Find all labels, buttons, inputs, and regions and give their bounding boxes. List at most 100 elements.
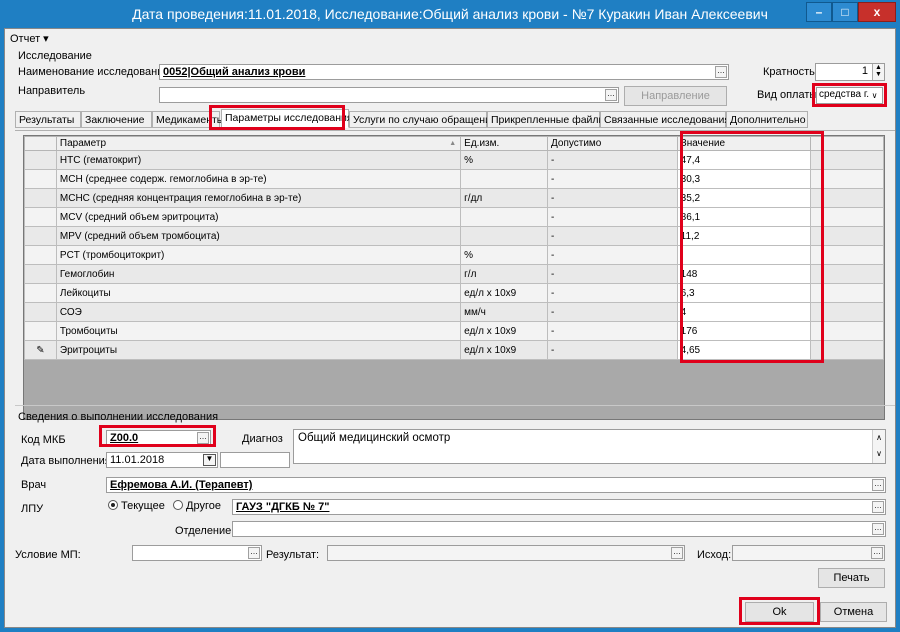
lpu-browse-icon[interactable]: … xyxy=(872,501,884,513)
filler-cell xyxy=(810,245,884,265)
value-cell[interactable]: 86,1 xyxy=(676,207,812,227)
value-cell[interactable]: 47,4 xyxy=(676,150,812,170)
param-cell: MCHC (средняя концентрация гемоглобина в… xyxy=(55,188,462,208)
diagnosis-value: Общий медицинский осмотр xyxy=(298,432,451,444)
direct-browse-icon[interactable]: … xyxy=(605,89,617,101)
table-row[interactable]: MCH (среднее содерж. гемоглобина в эр-те… xyxy=(24,169,884,189)
condition-label: Условие МП: xyxy=(15,549,81,561)
outcome-field[interactable]: … xyxy=(732,545,885,561)
param-cell: PCT (тромбоцитокрит) xyxy=(55,245,462,265)
radio-other[interactable]: Другое xyxy=(173,500,221,512)
result-browse-icon[interactable]: … xyxy=(671,547,683,559)
param-cell: HTC (гематокрит) xyxy=(55,150,462,170)
chevron-down-icon[interactable]: ∨ xyxy=(868,89,881,102)
close-button[interactable]: x xyxy=(858,2,896,22)
tab-results[interactable]: Результаты xyxy=(15,111,81,128)
condition-browse-icon[interactable]: … xyxy=(248,547,260,559)
mkb-field[interactable]: Z00.0 … xyxy=(106,430,211,446)
value-cell[interactable]: 11,2 xyxy=(676,226,812,246)
radio-selected-icon xyxy=(108,500,118,510)
tab-study-parameters[interactable]: Параметры исследования xyxy=(221,109,353,128)
multiplicity-spinner[interactable]: 1 ▲ ▼ xyxy=(815,63,885,81)
cancel-button[interactable]: Отмена xyxy=(820,602,887,622)
study-group-label: Исследование xyxy=(18,50,92,62)
col-header-unit[interactable]: Ед.изм. xyxy=(460,136,549,151)
lpu-field[interactable]: ГАУЗ "ДГКБ № 7" … xyxy=(232,499,886,515)
allowed-cell: - xyxy=(547,340,678,360)
menu-report[interactable]: Отчет ▾ xyxy=(10,32,49,45)
maximize-button[interactable]: □ xyxy=(832,2,858,22)
table-row[interactable]: СОЭ мм/ч -4 xyxy=(24,302,884,322)
ok-button[interactable]: Ok xyxy=(745,602,814,622)
filler-cell xyxy=(810,321,884,341)
date-label: Дата выполнения xyxy=(21,455,111,467)
tab-services[interactable]: Услуги по случаю обращения xyxy=(349,111,497,128)
print-button[interactable]: Печать xyxy=(818,568,885,588)
row-header-cell xyxy=(24,245,57,265)
value-cell[interactable]: 35,2 xyxy=(676,188,812,208)
unit-cell: % xyxy=(460,150,549,170)
table-row[interactable]: PCT (тромбоцитокрит)% - xyxy=(24,245,884,265)
scrollbar[interactable]: ∧ ∨ xyxy=(872,430,885,463)
tab-related-studies[interactable]: Связанные исследования xyxy=(600,111,730,128)
lpu-value: ГАУЗ "ДГКБ № 7" xyxy=(236,501,330,513)
value-cell[interactable]: 4,65 xyxy=(676,340,812,360)
value-cell[interactable]: 30,3 xyxy=(676,169,812,189)
spinner-arrows-icon[interactable]: ▲ ▼ xyxy=(872,64,884,80)
calendar-dropdown-icon[interactable]: ▼ xyxy=(203,454,216,466)
minimize-button[interactable]: – xyxy=(806,2,832,22)
radio-other-label: Другое xyxy=(186,500,221,512)
title-bar[interactable]: Дата проведения:11.01.2018, Исследование… xyxy=(0,0,900,28)
radio-current-label: Текущее xyxy=(121,500,165,512)
direct-label: Направитель xyxy=(18,85,86,97)
table-row[interactable]: MPV (средний объем тромбоцита) -11,2 xyxy=(24,226,884,246)
tab-conclusion[interactable]: Заключение xyxy=(81,111,152,128)
table-row[interactable]: Гемоглобин г/л -148 xyxy=(24,264,884,284)
result-field[interactable]: … xyxy=(327,545,685,561)
study-name-browse-icon[interactable]: … xyxy=(715,66,727,78)
table-row[interactable]: ✎ Эритроциты ед/л x 10x9-4,65 xyxy=(24,340,884,360)
table-row[interactable]: Тромбоциты ед/л x 10x9-176 xyxy=(24,321,884,341)
outcome-browse-icon[interactable]: … xyxy=(871,547,883,559)
filler-cell xyxy=(810,302,884,322)
value-cell[interactable]: 4 xyxy=(676,302,812,322)
payment-select[interactable]: средства г. ∨ xyxy=(816,87,883,104)
table-row[interactable]: HTC (гематокрит)% -47,4 xyxy=(24,150,884,170)
department-field[interactable]: … xyxy=(232,521,886,537)
study-name-field[interactable]: 0052|Общий анализ крови … xyxy=(159,64,729,80)
time-field[interactable] xyxy=(220,452,290,468)
doctor-browse-icon[interactable]: … xyxy=(872,479,884,491)
department-browse-icon[interactable]: … xyxy=(872,523,884,535)
parameters-table-body: HTC (гематокрит)% -47,4 MCH (среднее содер… xyxy=(24,150,884,360)
col-header-param[interactable]: Параметр ▲ xyxy=(55,136,462,151)
col-header-value[interactable]: Значение xyxy=(676,136,812,151)
condition-field[interactable]: … xyxy=(132,545,262,561)
table-row[interactable]: MCHC (средняя концентрация гемоглобина в… xyxy=(24,188,884,208)
value-cell[interactable] xyxy=(676,245,812,265)
date-picker[interactable]: 11.01.2018 ▼ xyxy=(106,452,218,468)
doctor-field[interactable]: Ефремова А.И. (Терапевт) … xyxy=(106,477,886,493)
radio-current[interactable]: Текущее xyxy=(108,500,165,512)
mkb-browse-icon[interactable]: … xyxy=(197,432,209,444)
value-cell[interactable]: 176 xyxy=(676,321,812,341)
value-cell[interactable]: 148 xyxy=(676,264,812,284)
filler-cell xyxy=(810,226,884,246)
allowed-cell: - xyxy=(547,169,678,189)
filler-cell xyxy=(810,283,884,303)
tab-medications[interactable]: Медикаменты xyxy=(152,111,224,128)
tab-attached-files[interactable]: Прикрепленные файлы xyxy=(487,111,606,128)
result-label: Результат: xyxy=(266,549,320,561)
filler-cell xyxy=(810,169,884,189)
col-header-allowed[interactable]: Допустимо xyxy=(547,136,678,151)
direct-field[interactable]: … xyxy=(159,87,619,103)
tab-additional[interactable]: Дополнительно xyxy=(726,111,808,128)
radio-unselected-icon xyxy=(173,500,183,510)
param-cell: MPV (средний объем тромбоцита) xyxy=(55,226,462,246)
direction-button[interactable]: Направление xyxy=(624,86,727,106)
table-row[interactable]: MCV (средний объем эритроцита) -86,1 xyxy=(24,207,884,227)
diagnosis-textarea[interactable]: Общий медицинский осмотр ∧ ∨ xyxy=(293,429,886,464)
table-row[interactable]: Лейкоциты ед/л x 10x9-6,3 xyxy=(24,283,884,303)
date-value: 11.01.2018 xyxy=(110,454,165,466)
value-cell[interactable]: 6,3 xyxy=(676,283,812,303)
col-header-param-label: Параметр xyxy=(59,138,107,149)
